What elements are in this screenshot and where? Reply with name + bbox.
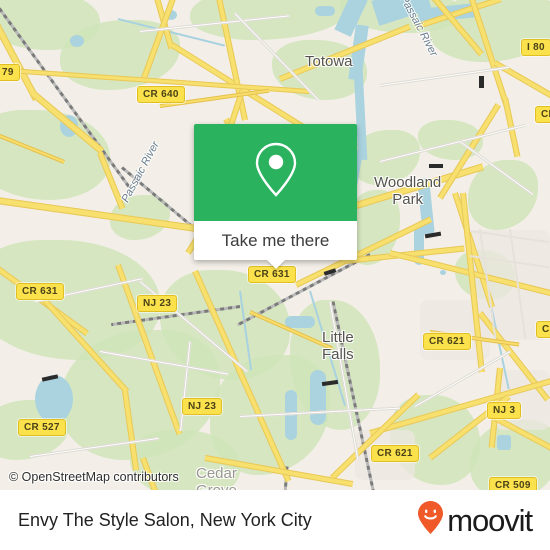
route-shield: CR 631	[16, 283, 64, 300]
route-shield: NJ 23	[137, 295, 178, 312]
place-callout-card[interactable]: Take me there	[194, 124, 357, 269]
lake	[285, 316, 315, 328]
map-place-label: Little Falls	[322, 329, 354, 363]
take-me-there-button[interactable]: Take me there	[194, 221, 357, 260]
map-place-label-line: Little	[322, 329, 354, 346]
route-shield: CR 509	[489, 477, 537, 490]
map-place-label-line: Falls	[322, 346, 354, 363]
callout-pointer	[266, 260, 285, 269]
map-place-label-line: Totowa	[305, 53, 353, 70]
map-place-label-line: Park	[392, 191, 424, 208]
route-shield: CR 527	[18, 419, 66, 436]
lake	[70, 35, 84, 47]
map-place-label-line: Grove	[196, 482, 237, 490]
place-title: Envy The Style Salon, New York City	[18, 509, 312, 530]
callout-image[interactable]	[194, 124, 357, 221]
route-shield: I 80	[521, 39, 550, 56]
road	[379, 65, 509, 87]
map-place-label: Woodland Park	[374, 174, 441, 208]
route-shield: NJ 3	[487, 402, 522, 419]
moovit-place-card-screen: Totowa Woodland Park Little Falls Cedar …	[0, 0, 550, 550]
map-place-label: Totowa	[305, 53, 353, 70]
osm-attribution[interactable]: © OpenStreetMap contributors	[9, 470, 179, 484]
lake	[497, 435, 511, 450]
route-shield: CR 621	[371, 445, 419, 462]
route-shield: 79	[0, 64, 20, 81]
moovit-pin-icon	[417, 500, 444, 541]
route-shield: CR	[536, 321, 550, 338]
bridge-marker	[429, 164, 443, 168]
take-me-there-label: Take me there	[221, 230, 330, 250]
lake	[35, 375, 73, 423]
route-shield: CR 621	[423, 333, 471, 350]
lake	[315, 6, 335, 16]
route-shield: NJ 23	[182, 398, 223, 415]
map-place-label-line: Cedar	[196, 465, 237, 482]
footer-bar: Envy The Style Salon, New York City moov…	[0, 490, 550, 550]
map-place-label: Cedar Grove	[196, 465, 237, 490]
map-pin-icon	[252, 140, 300, 205]
lake	[440, 270, 446, 275]
park-area	[0, 110, 110, 200]
bridge-marker	[479, 76, 484, 88]
route-shield: CR	[535, 106, 550, 123]
route-shield: CR 640	[137, 86, 185, 103]
map-place-label-line: Woodland	[374, 174, 442, 191]
lake	[310, 370, 326, 425]
moovit-logo[interactable]: moovit	[417, 500, 533, 541]
moovit-wordmark: moovit	[447, 502, 533, 538]
